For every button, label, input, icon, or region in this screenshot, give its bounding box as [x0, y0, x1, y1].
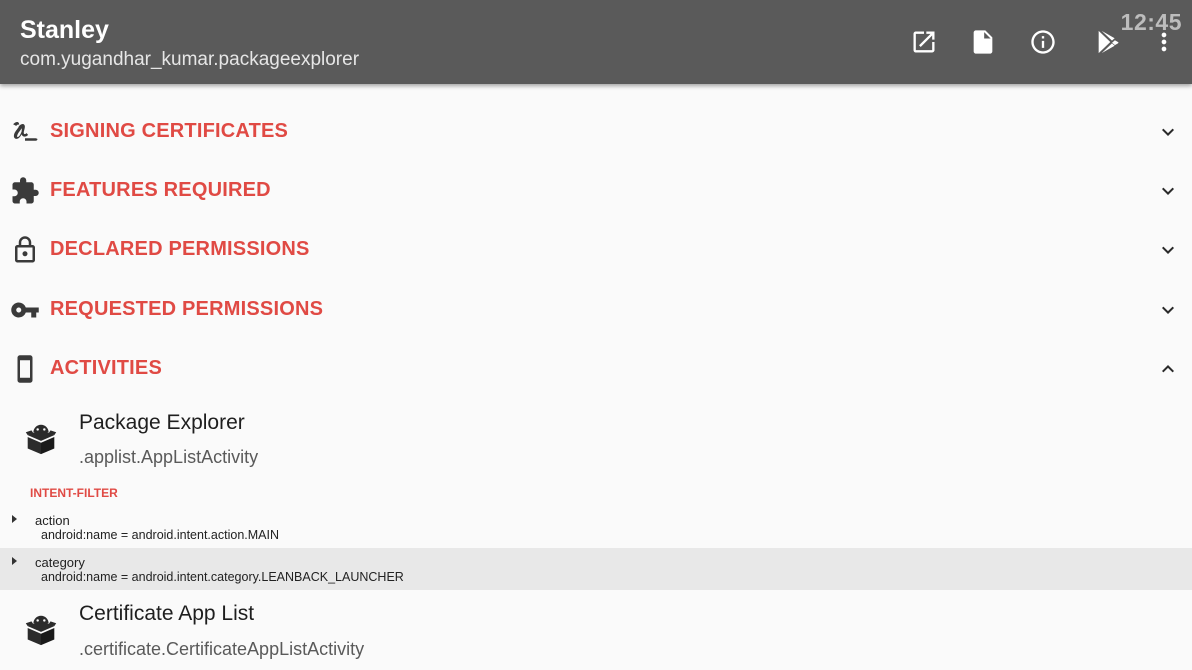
chevron-up-icon	[1156, 357, 1180, 381]
chevron-down-icon	[1156, 179, 1180, 203]
intent-filter-row[interactable]: category android:name = android.intent.c…	[0, 548, 1192, 590]
section-label: REQUESTED PERMISSIONS	[50, 298, 324, 320]
section-label: SIGNING CERTIFICATES	[50, 120, 289, 142]
chevron-down-icon	[1156, 120, 1180, 144]
key-icon	[10, 295, 40, 325]
intent-attr: android:name = android.intent.action.MAI…	[41, 528, 279, 542]
intent-filter-row[interactable]: action android:name = android.intent.act…	[0, 506, 1192, 548]
activity-name: Package Explorer	[79, 411, 245, 434]
intent-filter-header: INTENT-FILTER	[30, 486, 118, 500]
intent-tag: action	[35, 513, 70, 528]
overflow-menu-button[interactable]	[1150, 27, 1178, 57]
open-in-new-icon	[913, 31, 935, 53]
activity-item[interactable]: Package Explorer .applist.AppListActivit…	[0, 400, 1192, 480]
expand-arrow-icon	[12, 557, 17, 565]
chevron-down-icon	[1156, 238, 1180, 262]
section-label: DECLARED PERMISSIONS	[50, 238, 310, 260]
section-features-required[interactable]: FEATURES REQUIRED	[0, 161, 1192, 220]
app-title: Stanley	[20, 16, 109, 44]
phone-icon	[10, 354, 40, 384]
open-in-new-button[interactable]	[909, 27, 939, 57]
intent-attr: android:name = android.intent.category.L…	[41, 570, 404, 584]
activity-class: .certificate.CertificateAppListActivity	[79, 639, 365, 659]
more-vert-icon	[1161, 32, 1167, 52]
package-box-icon	[22, 419, 60, 457]
play-store-button[interactable]	[1093, 27, 1123, 57]
section-label: ACTIVITIES	[50, 357, 163, 379]
expand-arrow-icon	[12, 515, 17, 523]
section-signing-certificates[interactable]: SIGNING CERTIFICATES	[0, 102, 1192, 161]
puzzle-icon	[10, 176, 40, 206]
document-icon	[973, 30, 993, 54]
app-info-button[interactable]	[1028, 27, 1058, 57]
info-icon	[1031, 30, 1055, 54]
activity-item[interactable]: Certificate App List .certificate.Certif…	[0, 590, 1192, 670]
lock-icon	[10, 235, 40, 265]
section-declared-permissions[interactable]: DECLARED PERMISSIONS	[0, 220, 1192, 279]
activity-class: .applist.AppListActivity	[79, 447, 259, 467]
package-name: com.yugandhar_kumar.packageexplorer	[20, 49, 360, 70]
package-box-icon	[22, 610, 60, 648]
chevron-down-icon	[1156, 298, 1180, 322]
signature-icon	[10, 117, 40, 147]
activity-name: Certificate App List	[79, 602, 255, 625]
section-requested-permissions[interactable]: REQUESTED PERMISSIONS	[0, 280, 1192, 339]
manifest-button[interactable]	[968, 27, 998, 57]
intent-tag: category	[35, 555, 85, 570]
section-activities[interactable]: ACTIVITIES	[0, 339, 1192, 398]
play-store-icon	[1098, 30, 1119, 54]
section-label: FEATURES REQUIRED	[50, 179, 271, 201]
app-bar: Stanley com.yugandhar_kumar.packageexplo…	[0, 0, 1192, 84]
